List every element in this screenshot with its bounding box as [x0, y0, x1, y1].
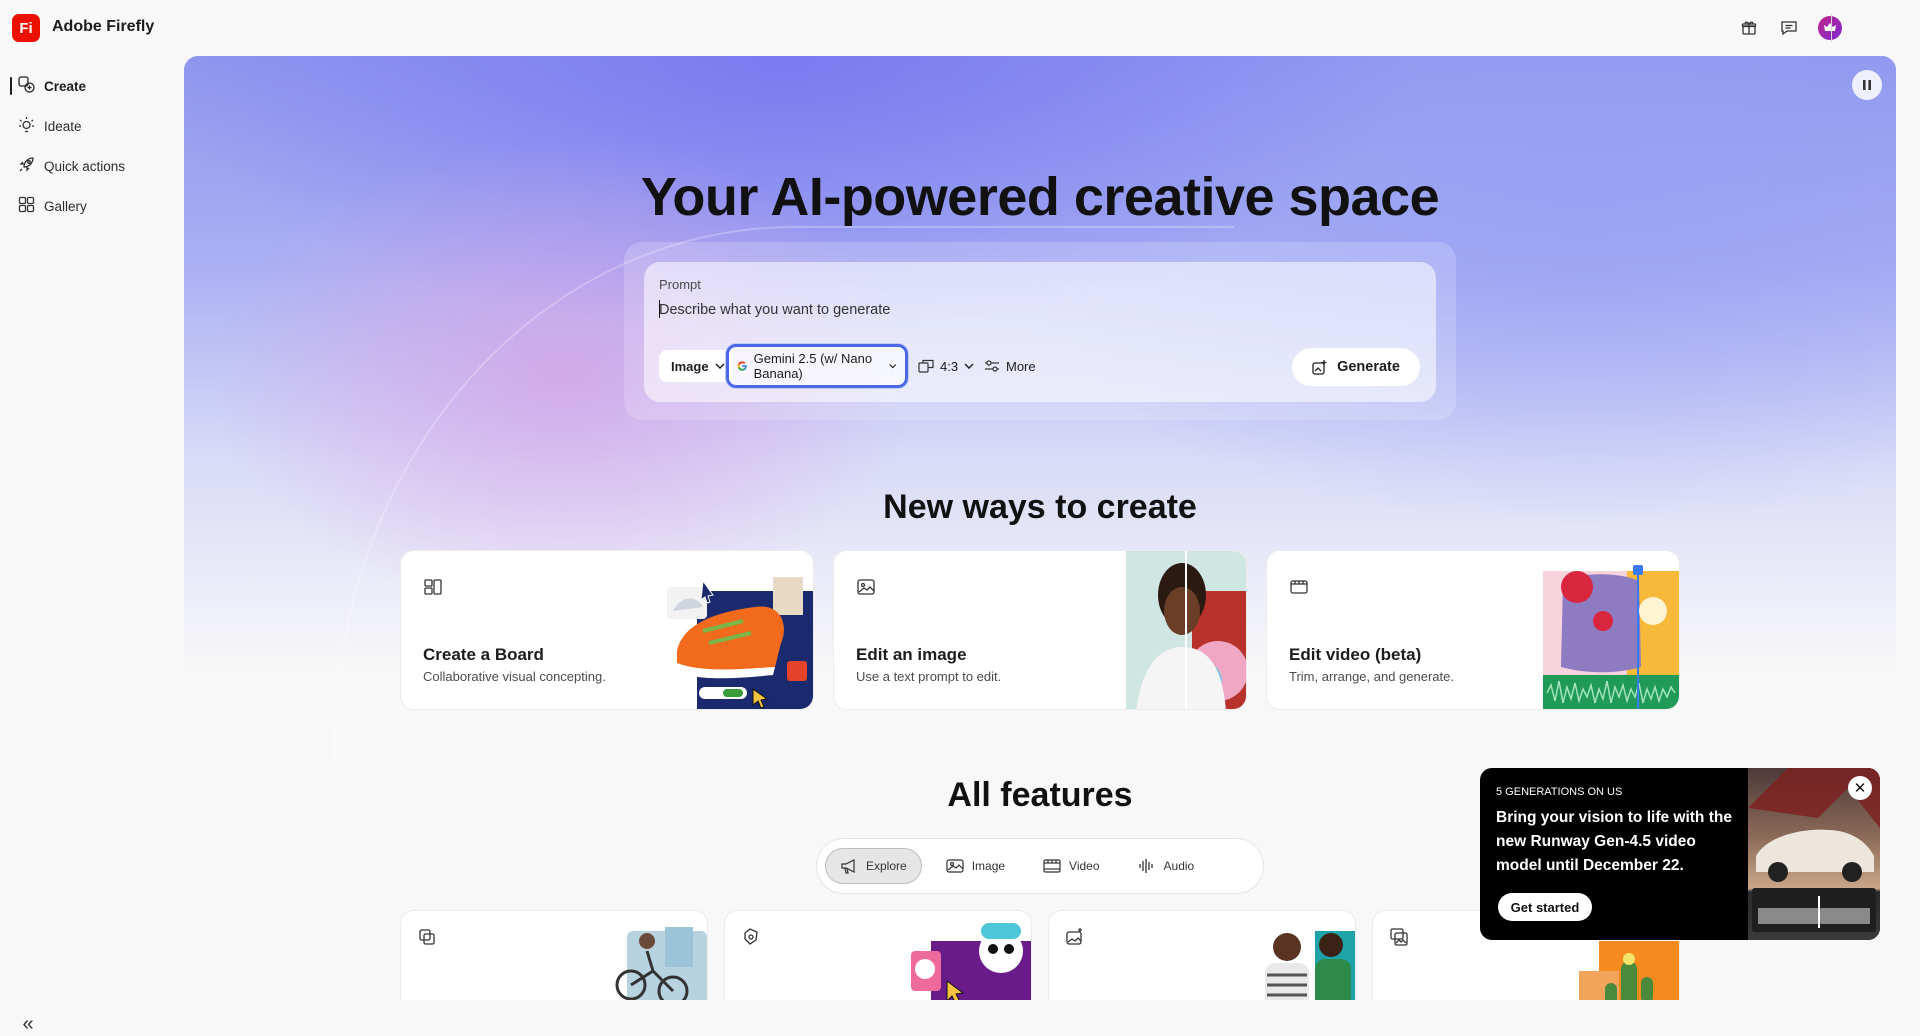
edit-video-card[interactable]: Edit video (beta) Trim, arrange, and gen…: [1266, 550, 1680, 710]
card-title: Edit video (beta): [1289, 645, 1422, 664]
pause-animation-button[interactable]: [1852, 70, 1882, 100]
sidebar-item-label: Ideate: [44, 118, 82, 134]
new-ways-title: New ways to create: [883, 488, 1197, 526]
tab-label: Video: [1069, 859, 1100, 873]
generate-label: Generate: [1337, 359, 1400, 375]
image-stack-icon: [1390, 928, 1408, 946]
board-illustration: [667, 577, 813, 709]
card-subtitle: Use a text prompt to edit.: [856, 669, 1002, 684]
sidebar-item-gallery[interactable]: Gallery: [10, 190, 178, 222]
content-type-label: Image: [671, 358, 709, 374]
card-title: Edit an image: [856, 645, 967, 664]
chevron-down-icon: [715, 363, 725, 369]
promo-text: Bring your vision to life with the new R…: [1496, 809, 1732, 874]
sidebar-item-label: Create: [44, 78, 87, 94]
aspect-ratio-label: 4:3: [940, 358, 959, 374]
layers-icon: [419, 929, 435, 945]
tab-video[interactable]: Video: [1029, 848, 1113, 884]
feature-tabs: Explore Image Video Audio: [816, 838, 1264, 894]
prompt-box: Prompt Image Gemini 2.5 (w/ Nano Banana)…: [644, 262, 1436, 402]
header-actions: [1738, 16, 1842, 40]
sidebar-item-ideate[interactable]: Ideate: [10, 110, 178, 142]
image-icon: [946, 859, 964, 873]
feature-card[interactable]: [400, 910, 708, 1000]
tab-label: Explore: [866, 859, 907, 873]
board-icon: [424, 579, 442, 595]
create-board-card[interactable]: Create a Board Collaborative visual conc…: [400, 550, 814, 710]
tab-audio[interactable]: Audio: [1124, 848, 1209, 884]
content-type-dropdown[interactable]: Image: [659, 350, 733, 382]
edit-image-illustration: [1126, 551, 1246, 709]
sidebar: Create Ideate Quick actions Gallery «: [0, 54, 184, 1035]
create-icon: [18, 76, 35, 96]
more-label: More: [1006, 358, 1036, 374]
more-settings-button[interactable]: More: [984, 350, 1036, 382]
promo-eyebrow: 5 GENERATIONS ON US: [1496, 786, 1623, 798]
feature-art: [615, 927, 707, 1000]
sliders-icon: [985, 360, 999, 372]
image-sparkle-icon: [1066, 928, 1082, 945]
tab-label: Audio: [1163, 859, 1195, 873]
generate-icon: [1312, 360, 1327, 375]
aspect-ratio-dropdown[interactable]: 4:3: [918, 350, 974, 382]
card-subtitle: Trim, arrange, and generate.: [1289, 669, 1454, 684]
sidebar-item-label: Quick actions: [44, 158, 126, 174]
avatar-crown-icon[interactable]: [1818, 16, 1842, 40]
chevron-down-icon: [889, 364, 897, 369]
chevron-down-icon: [964, 363, 974, 369]
feature-card[interactable]: [724, 910, 1032, 1000]
generate-button[interactable]: Generate: [1292, 348, 1420, 386]
feature-art: [911, 923, 1031, 1000]
collapse-sidebar-icon[interactable]: «: [16, 1012, 40, 1036]
feature-card[interactable]: [1048, 910, 1356, 1000]
gallery-icon: [18, 196, 35, 216]
feature-art: [1265, 931, 1355, 1000]
prompt-input[interactable]: [659, 298, 1399, 322]
rocket-icon: [18, 156, 35, 176]
image-icon: [857, 579, 875, 595]
sidebar-item-quick-actions[interactable]: Quick actions: [10, 150, 178, 182]
ideate-icon: [18, 116, 35, 136]
aspect-ratio-icon: [918, 359, 934, 373]
tab-explore[interactable]: Explore: [825, 848, 922, 884]
firefly-logo[interactable]: Fi: [12, 14, 40, 42]
tab-label: Image: [971, 859, 1006, 873]
megaphone-icon: [841, 859, 855, 874]
film-icon: [1043, 859, 1061, 873]
shape-icon: [744, 928, 758, 945]
sidebar-item-create[interactable]: Create: [10, 70, 178, 102]
card-title: Create a Board: [423, 645, 544, 664]
top-bar: Fi Adobe Firefly: [0, 0, 1920, 54]
edit-video-illustration: [1543, 565, 1679, 709]
google-icon: [737, 361, 747, 371]
card-subtitle: Collaborative visual concepting.: [423, 669, 606, 684]
promo-popup: 5 GENERATIONS ON US Bring your vision to…: [1480, 768, 1880, 940]
gift-icon[interactable]: [1738, 17, 1760, 39]
model-label: Gemini 2.5 (w/ Nano Banana): [753, 351, 873, 381]
close-icon[interactable]: ✕: [1848, 776, 1872, 800]
app-title[interactable]: Adobe Firefly: [52, 18, 154, 36]
tab-image[interactable]: Image: [932, 848, 1019, 884]
main-content: Your AI-powered creative space Prompt Im…: [184, 56, 1896, 1000]
header-divider: [1831, 14, 1832, 42]
model-dropdown[interactable]: Gemini 2.5 (w/ Nano Banana): [726, 344, 908, 388]
hero-title: Your AI-powered creative space: [640, 167, 1440, 227]
edit-image-card[interactable]: Edit an image Use a text prompt to edit.: [833, 550, 1247, 710]
sidebar-item-label: Gallery: [44, 198, 87, 214]
audio-wave-icon: [1138, 859, 1153, 873]
get-started-button[interactable]: Get started: [1498, 893, 1592, 921]
chat-icon[interactable]: [1778, 17, 1800, 39]
video-timeline-icon: [1290, 580, 1308, 594]
pause-icon: [1863, 80, 1871, 90]
prompt-label: Prompt: [659, 277, 701, 292]
text-caret: [659, 300, 660, 318]
